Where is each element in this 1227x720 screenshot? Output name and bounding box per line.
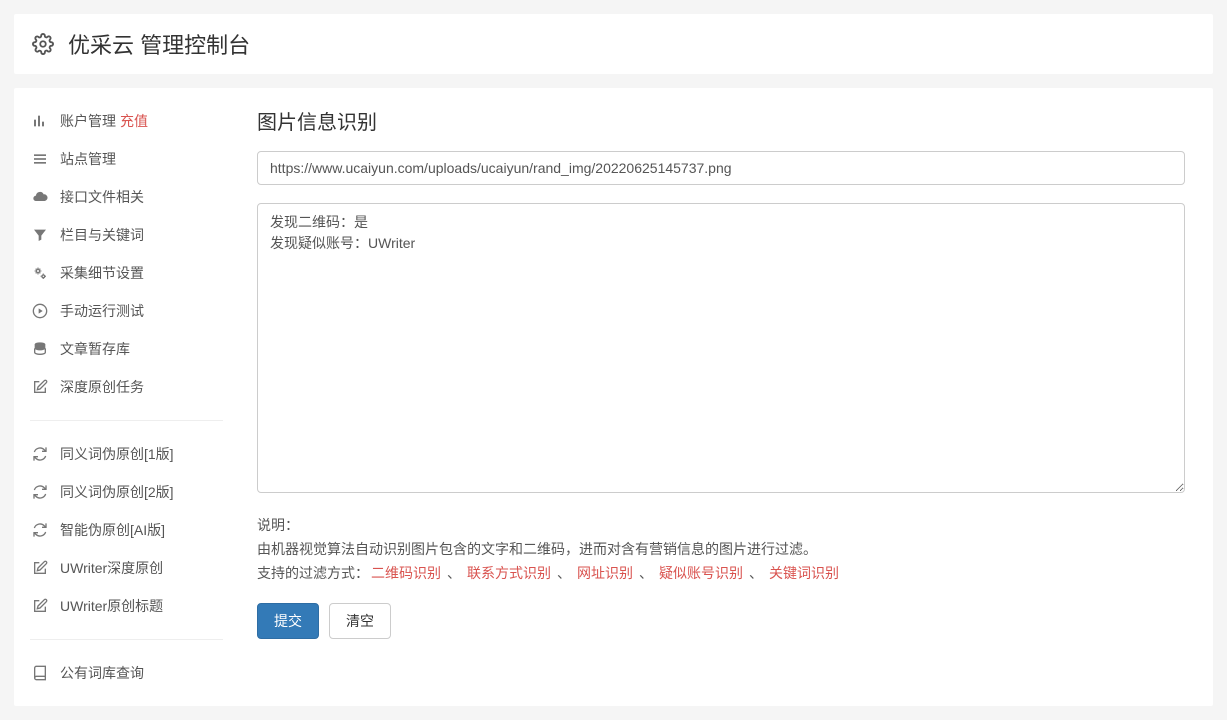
result-output[interactable]: 发现二维码：是 发现疑似账号：UWriter (257, 203, 1185, 493)
description-block: 说明： 由机器视觉算法自动识别图片包含的文字和二维码，进而对含有营销信息的图片进… (257, 514, 1185, 585)
content-title: 图片信息识别 (257, 106, 1185, 135)
image-url-input[interactable] (257, 151, 1185, 185)
cloud-icon (32, 189, 48, 205)
bar-chart-icon (32, 113, 48, 129)
sidebar-item-label: UWriter原创标题 (60, 596, 163, 616)
gear-icon (32, 33, 54, 55)
list-icon (32, 151, 48, 167)
filter-tag: 疑似账号识别 (657, 565, 745, 581)
sidebar-item-label: 同义词伪原创[2版] (60, 482, 174, 502)
sidebar-item-label: 采集细节设置 (60, 263, 144, 283)
refresh-icon (32, 522, 48, 538)
refresh-icon (32, 484, 48, 500)
page-title: 优采云 管理控制台 (68, 28, 250, 60)
cogs-icon (32, 265, 48, 281)
sidebar-item[interactable]: 站点管理 (14, 140, 239, 178)
filter-tag: 二维码识别 (369, 565, 443, 581)
sidebar-item[interactable]: 公有词库查询 (14, 654, 239, 692)
sidebar-item[interactable]: UWriter深度原创 (14, 549, 239, 587)
clear-button[interactable]: 清空 (329, 603, 391, 639)
filter-icon (32, 227, 48, 243)
sidebar-item[interactable]: 栏目与关键词 (14, 216, 239, 254)
sidebar-item-label: 公有词库查询 (60, 663, 144, 683)
sidebar-item[interactable]: 采集细节设置 (14, 254, 239, 292)
sidebar-item-label: 同义词伪原创[1版] (60, 444, 174, 464)
sidebar-item-label: 手动运行测试 (60, 301, 144, 321)
main-header: 优采云 管理控制台 (14, 14, 1213, 74)
filter-tag: 关键词识别 (767, 565, 841, 581)
sidebar-item-label: UWriter深度原创 (60, 558, 163, 578)
sidebar-item-label: 账户管理 (60, 111, 116, 131)
sidebar-item[interactable]: 手动运行测试 (14, 292, 239, 330)
refresh-icon (32, 446, 48, 462)
sidebar-item-label: 智能伪原创[AI版] (60, 520, 165, 540)
play-circle-icon (32, 303, 48, 319)
sidebar-item[interactable]: 深度原创任务 (14, 368, 239, 406)
filter-tag: 网址识别 (575, 565, 635, 581)
sidebar-item[interactable]: 同义词伪原创[1版] (14, 435, 239, 473)
sidebar-item-label: 文章暂存库 (60, 339, 130, 359)
desc-filter-tags: 支持的过滤方式：二维码识别、联系方式识别、网址识别、疑似账号识别、关键词识别 (257, 562, 1185, 586)
sidebar-item[interactable]: 智能伪原创[AI版] (14, 511, 239, 549)
desc-line1: 由机器视觉算法自动识别图片包含的文字和二维码，进而对含有营销信息的图片进行过滤。 (257, 538, 1185, 562)
sidebar-nav: 账户管理充值站点管理接口文件相关栏目与关键词采集细节设置手动运行测试文章暂存库深… (14, 88, 239, 706)
sidebar-item-label: 接口文件相关 (60, 187, 144, 207)
sidebar-item[interactable]: 同义词伪原创[2版] (14, 473, 239, 511)
edit-icon (32, 598, 48, 614)
recharge-badge: 充值 (120, 111, 148, 131)
sidebar-item-label: 站点管理 (60, 149, 116, 169)
edit-icon (32, 560, 48, 576)
filter-tag: 联系方式识别 (465, 565, 553, 581)
sidebar-item[interactable]: 账户管理充值 (14, 102, 239, 140)
sidebar-item-label: 深度原创任务 (60, 377, 144, 397)
database-icon (32, 341, 48, 357)
sidebar-item-label: 栏目与关键词 (60, 225, 144, 245)
book-icon (32, 665, 48, 681)
sidebar-item[interactable]: 文章暂存库 (14, 330, 239, 368)
submit-button[interactable]: 提交 (257, 603, 319, 639)
sidebar-item[interactable]: UWriter原创标题 (14, 587, 239, 625)
desc-label: 说明： (257, 514, 1185, 538)
edit-icon (32, 379, 48, 395)
content-panel: 图片信息识别 发现二维码：是 发现疑似账号：UWriter 说明： 由机器视觉算… (239, 88, 1213, 706)
sidebar-item[interactable]: 接口文件相关 (14, 178, 239, 216)
